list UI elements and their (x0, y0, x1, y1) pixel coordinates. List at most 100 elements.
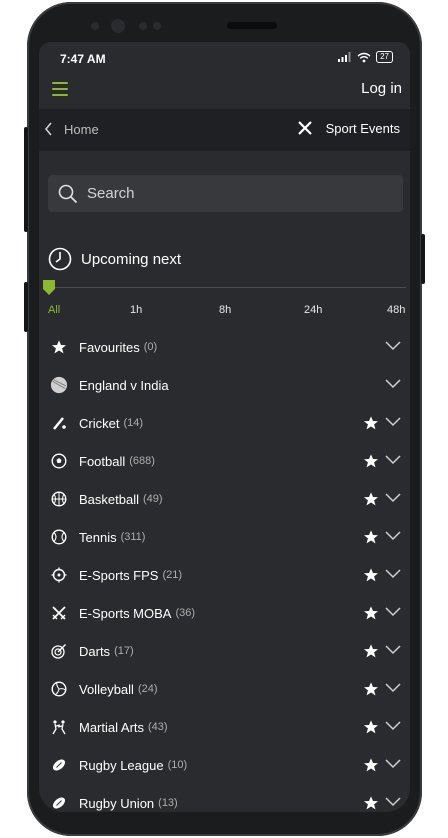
list-item-label: Football (79, 453, 126, 469)
list-item-count: (17) (114, 645, 134, 657)
favourite-star-icon[interactable] (363, 491, 379, 507)
chevron-down-icon[interactable] (385, 759, 401, 769)
search-placeholder: Search (87, 185, 135, 202)
chevron-down-icon[interactable] (385, 341, 401, 351)
app-screen: 7:47 AM 27 Log in Home Sport Events Sear… (39, 42, 410, 812)
list-item-favourites[interactable]: Favourites (0) (39, 328, 410, 366)
list-item-count: (10) (167, 759, 188, 771)
star-icon (50, 338, 68, 356)
favourite-star-icon[interactable] (363, 681, 379, 697)
breadcrumb-home-label: Home (64, 121, 99, 137)
favourite-star-icon[interactable] (363, 719, 379, 735)
tennis-icon (50, 528, 68, 546)
status-time: 7:47 AM (60, 52, 106, 66)
rugby-ball-icon (50, 794, 68, 812)
chevron-down-icon[interactable] (385, 379, 401, 389)
phone-side-button (24, 127, 28, 232)
list-item-esports-moba[interactable]: E-Sports MOBA (36) (39, 594, 410, 632)
favourite-star-icon[interactable] (363, 567, 379, 583)
time-filter-option[interactable]: 8h (219, 304, 231, 316)
list-item-label: Basketball (79, 491, 139, 507)
chevron-down-icon[interactable] (385, 797, 401, 807)
status-bar: 7:47 AM 27 (39, 42, 410, 72)
ball-icon (50, 376, 68, 394)
list-item-label: Tennis (79, 529, 117, 545)
chevron-down-icon[interactable] (385, 645, 401, 655)
list-item-cricket[interactable]: Cricket (14) (39, 404, 410, 442)
list-item-rugby-league[interactable]: Rugby League (10) (39, 746, 410, 784)
app-header: Log in (39, 72, 410, 108)
phone-side-button (24, 282, 28, 332)
time-filter-option[interactable]: All (48, 304, 60, 316)
list-item-count: (43) (148, 721, 168, 733)
chevron-down-icon[interactable] (385, 607, 401, 617)
list-item-label: Rugby League (79, 757, 164, 773)
list-item-basketball[interactable]: Basketball (49) (39, 480, 410, 518)
favourite-star-icon[interactable] (363, 529, 379, 545)
favourite-star-icon[interactable] (363, 453, 379, 469)
sensor-icon (91, 22, 99, 30)
list-item-label: Volleyball (79, 681, 134, 697)
list-item-count: (0) (143, 341, 158, 353)
list-item-label: E-Sports MOBA (79, 605, 172, 621)
time-filter-option[interactable]: 48h (387, 304, 405, 316)
close-icon[interactable] (297, 120, 313, 136)
battery-icon: 27 (376, 51, 393, 63)
search-input[interactable]: Search (48, 175, 403, 212)
football-icon (50, 452, 68, 470)
favourite-star-icon[interactable] (363, 757, 379, 773)
time-filter-labels: All 1h 8h 24h 48h (39, 304, 410, 318)
favourite-star-icon[interactable] (363, 605, 379, 621)
hamburger-icon[interactable] (52, 82, 68, 96)
dartboard-icon (50, 642, 68, 660)
sport-list: Favourites (0) England v India Cricket (… (39, 328, 410, 812)
list-item-rugby-union[interactable]: Rugby Union (13) (39, 784, 410, 812)
favourite-star-icon[interactable] (363, 643, 379, 659)
list-item-england-v-india[interactable]: England v India (39, 366, 410, 404)
breadcrumb-close-section[interactable]: Sport Events (297, 120, 400, 136)
basketball-icon (50, 490, 68, 508)
time-filter-track[interactable] (47, 287, 406, 288)
list-item-darts[interactable]: Darts (17) (39, 632, 410, 670)
chevron-down-icon[interactable] (385, 531, 401, 541)
sensor-icon (153, 22, 161, 30)
upcoming-title: Upcoming next (81, 250, 182, 268)
breadcrumb-section-label: Sport Events (325, 120, 400, 136)
cricket-icon (50, 414, 68, 432)
chevron-left-icon (44, 122, 52, 136)
time-filter-option[interactable]: 24h (304, 304, 322, 316)
time-filter-handle[interactable] (43, 280, 55, 295)
signal-icon (338, 52, 351, 62)
clock-icon (48, 247, 72, 271)
list-item-count: (688) (129, 455, 155, 467)
list-item-volleyball[interactable]: Volleyball (24) (39, 670, 410, 708)
list-item-label: Rugby Union (79, 795, 155, 811)
list-item-label: Martial Arts (79, 719, 145, 735)
login-button[interactable]: Log in (361, 80, 402, 97)
list-item-tennis[interactable]: Tennis (311) (39, 518, 410, 556)
chevron-down-icon[interactable] (385, 417, 401, 427)
breadcrumb: Home Sport Events (39, 109, 410, 151)
rugby-ball-icon (50, 756, 68, 774)
upcoming-header: Upcoming next (48, 247, 181, 271)
martial-arts-icon (50, 718, 68, 736)
list-item-esports-fps[interactable]: E-Sports FPS (21) (39, 556, 410, 594)
list-item-label: Darts (79, 643, 111, 659)
search-icon (58, 184, 78, 203)
crosshair-icon (50, 566, 68, 584)
volleyball-icon (50, 680, 68, 698)
list-item-martial-arts[interactable]: Martial Arts (43) (39, 708, 410, 746)
favourite-star-icon[interactable] (363, 795, 379, 811)
favourite-star-icon[interactable] (363, 415, 379, 431)
chevron-down-icon[interactable] (385, 493, 401, 503)
time-filter-option[interactable]: 1h (130, 304, 142, 316)
list-item-football[interactable]: Football (688) (39, 442, 410, 480)
breadcrumb-home[interactable]: Home (43, 121, 99, 137)
wifi-icon (357, 52, 371, 62)
chevron-down-icon[interactable] (385, 455, 401, 465)
chevron-down-icon[interactable] (385, 569, 401, 579)
chevron-down-icon[interactable] (385, 683, 401, 693)
front-camera-icon (111, 19, 125, 33)
sensor-icon (139, 22, 147, 30)
chevron-down-icon[interactable] (385, 721, 401, 731)
